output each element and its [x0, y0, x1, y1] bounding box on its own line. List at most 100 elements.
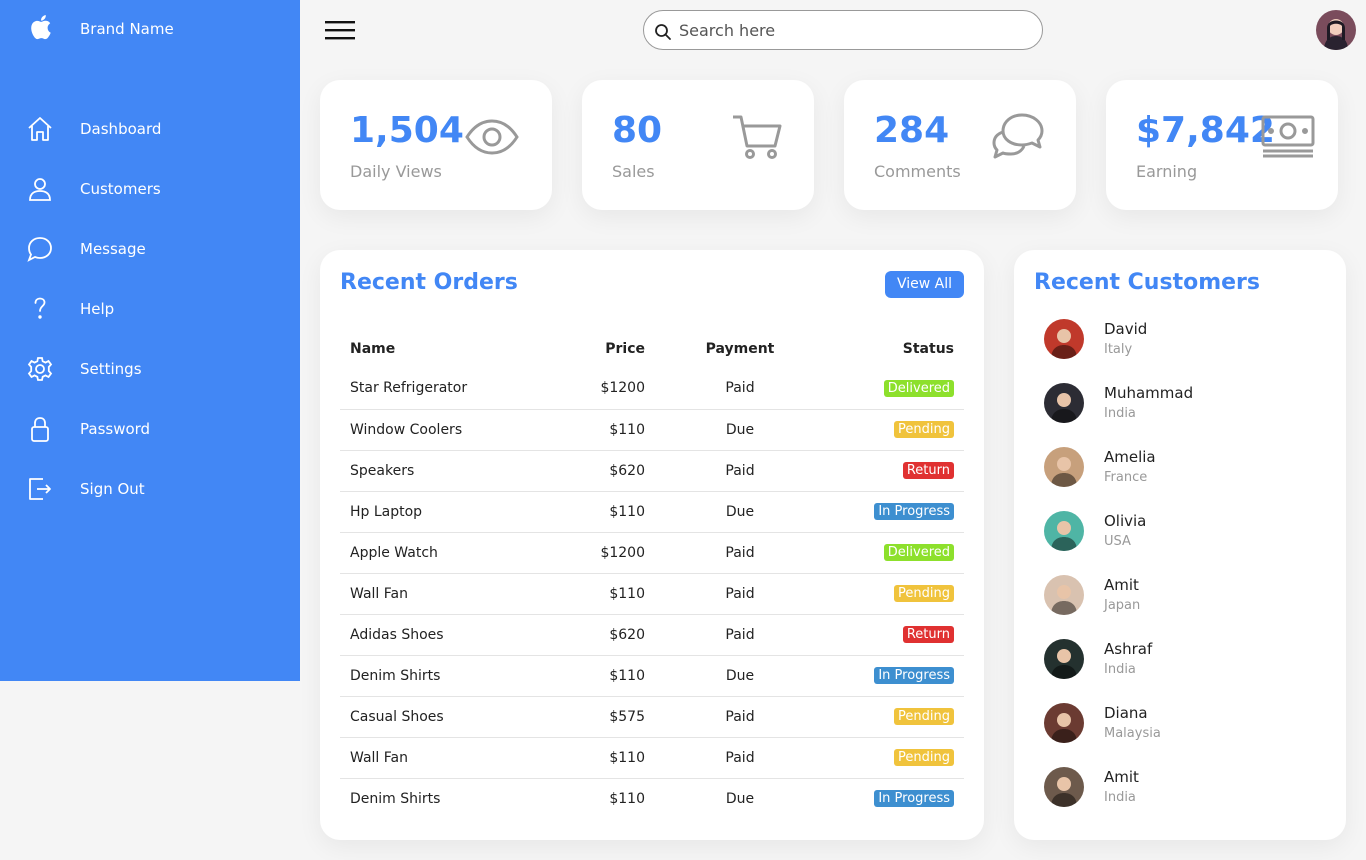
customer-name: Amelia	[1104, 448, 1156, 466]
table-row[interactable]: Hp Laptop $110 Due In Progress	[340, 490, 964, 532]
customer-country: Japan	[1104, 598, 1141, 613]
order-price: $1200	[600, 380, 645, 397]
stat-card-comments[interactable]: 284 Comments	[844, 80, 1076, 210]
sidebar-item-sign-out[interactable]: Sign Out	[0, 460, 300, 520]
sign-out-icon	[29, 478, 51, 500]
table-row[interactable]: Wall Fan $110 Paid Pending	[340, 736, 964, 778]
table-row[interactable]: Wall Fan $110 Paid Pending	[340, 572, 964, 614]
status-badge: In Progress	[874, 667, 954, 684]
recent-orders-title: Recent Orders	[340, 270, 518, 295]
status-badge: In Progress	[874, 790, 954, 808]
status-badge: Pending	[894, 749, 954, 766]
customer-name: Amit	[1104, 576, 1139, 594]
col-header-status: Status	[902, 341, 954, 357]
order-price: $110	[515, 572, 655, 614]
sidebar-item-message[interactable]: Message	[0, 220, 300, 280]
stat-number: 284	[874, 110, 950, 151]
customer-name: Ashraf	[1104, 640, 1153, 658]
avatar	[1044, 319, 1084, 359]
order-price: $110	[515, 777, 655, 819]
table-row[interactable]: Star Refrigerator $1200 Paid Delivered	[340, 368, 964, 409]
avatar	[1044, 703, 1084, 743]
order-payment: Paid	[725, 380, 755, 397]
sidebar-item-label: Help	[80, 300, 115, 318]
view-all-button[interactable]: View All	[885, 271, 964, 298]
col-header-price: Price	[605, 341, 645, 357]
apple-logo-icon	[31, 15, 51, 40]
status-badge: Delivered	[883, 379, 954, 397]
customer-country: India	[1104, 790, 1136, 805]
order-name: Casual Shoes	[340, 695, 515, 737]
list-item[interactable]: Diana Malaysia	[1014, 700, 1346, 764]
status-badge: Return	[902, 626, 954, 643]
avatar	[1044, 575, 1084, 615]
order-payment: Paid	[655, 695, 825, 737]
user-avatar[interactable]	[1316, 10, 1356, 50]
customer-country: France	[1104, 470, 1148, 485]
stat-number: 80	[612, 110, 663, 151]
order-name: Denim Shirts	[340, 777, 515, 819]
home-icon	[28, 117, 52, 141]
table-row[interactable]: Denim Shirts $110 Due In Progress	[340, 777, 964, 819]
sidebar-item-password[interactable]: Password	[0, 400, 300, 460]
sidebar-item-label: Sign Out	[80, 480, 145, 498]
sidebar-item-dashboard[interactable]: Dashboard	[0, 100, 300, 160]
sidebar-item-settings[interactable]: Settings	[0, 340, 300, 400]
stat-number: 1,504	[350, 110, 464, 151]
customer-name: Amit	[1104, 768, 1139, 786]
recent-customers-panel: Recent Customers David Italy Muhammad Indi…	[1014, 250, 1346, 840]
eye-icon	[465, 119, 519, 155]
stat-card-sales[interactable]: 80 Sales	[582, 80, 814, 210]
sidebar-item-customers[interactable]: Customers	[0, 160, 300, 220]
menu-toggle-icon[interactable]	[324, 18, 356, 42]
list-item[interactable]: Ashraf India	[1014, 636, 1346, 700]
help-icon	[34, 297, 46, 319]
table-row[interactable]: Adidas Shoes $620 Paid Return	[340, 613, 964, 655]
status-badge: Pending	[894, 585, 954, 602]
order-name: Window Coolers	[340, 408, 515, 450]
table-row[interactable]: Denim Shirts $110 Due In Progress	[340, 654, 964, 696]
order-payment: Paid	[655, 572, 825, 614]
brand[interactable]: Brand Name	[0, 0, 300, 60]
col-header-payment: Payment	[705, 341, 775, 357]
list-item[interactable]: Olivia USA	[1014, 508, 1346, 572]
list-item[interactable]: Amit Japan	[1014, 572, 1346, 636]
customer-country: India	[1104, 662, 1136, 677]
order-price: $620	[515, 449, 655, 491]
customer-name: Olivia	[1104, 512, 1147, 530]
stat-card-earning[interactable]: $7,842 Earning	[1106, 80, 1338, 210]
list-item[interactable]: David Italy	[1014, 316, 1346, 380]
gear-icon	[27, 357, 53, 381]
order-name: Wall Fan	[340, 572, 515, 614]
search-bar	[643, 10, 1043, 50]
sidebar-item-help[interactable]: Help	[0, 280, 300, 340]
status-badge: Delivered	[883, 544, 954, 561]
avatar	[1044, 767, 1084, 807]
customer-name: Muhammad	[1104, 384, 1194, 402]
customer-country: USA	[1104, 534, 1131, 549]
order-name: Speakers	[340, 449, 515, 491]
person-icon	[29, 178, 51, 201]
col-header-name: Name	[350, 341, 396, 357]
avatar	[1044, 447, 1084, 487]
list-item[interactable]: Amit India	[1014, 764, 1346, 828]
cash-icon	[1261, 115, 1315, 158]
recent-orders-panel: Recent Orders View All Name Price Paymen…	[320, 250, 984, 840]
table-row[interactable]: Window Coolers $110 Due Pending	[340, 408, 964, 450]
order-price: $620	[515, 613, 655, 655]
sidebar-item-label: Password	[80, 420, 151, 438]
sidebar-nav: Dashboard Customers Message Help Setting…	[0, 100, 300, 520]
search-input[interactable]	[679, 15, 1029, 45]
order-price: $110	[515, 490, 655, 532]
table-row[interactable]: Casual Shoes $575 Paid Pending	[340, 695, 964, 737]
order-price: $1200	[515, 531, 655, 573]
table-row[interactable]: Apple Watch $1200 Paid Delivered	[340, 531, 964, 573]
avatar	[1044, 639, 1084, 679]
customer-country: India	[1104, 406, 1136, 421]
stat-card-daily-views[interactable]: 1,504 Daily Views	[320, 80, 552, 210]
table-row[interactable]: Speakers $620 Paid Return	[340, 449, 964, 491]
list-item[interactable]: Muhammad India	[1014, 380, 1346, 444]
stat-caption: Sales	[612, 162, 655, 181]
list-item[interactable]: Amelia France	[1014, 444, 1346, 508]
search-icon	[655, 24, 671, 40]
